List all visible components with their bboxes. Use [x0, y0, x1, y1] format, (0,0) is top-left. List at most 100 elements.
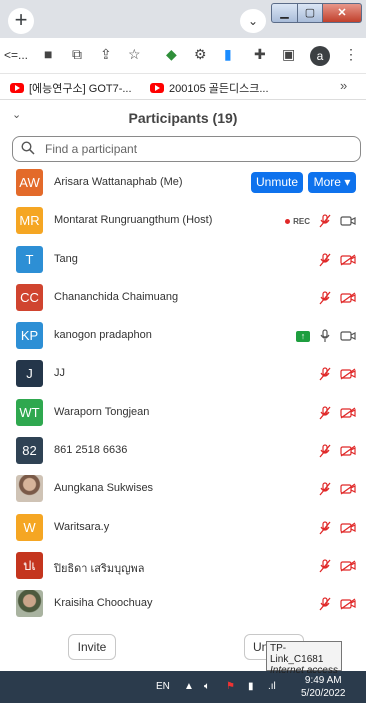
- tab-search-button[interactable]: ⌄: [240, 9, 266, 33]
- search-input[interactable]: [45, 141, 345, 157]
- youtube-icon: [150, 83, 164, 93]
- show-hidden-icons-icon[interactable]: ▲: [184, 681, 194, 692]
- participant-row[interactable]: T Tang: [0, 242, 366, 280]
- participant-name: Kraisiha Choochuay: [54, 597, 153, 610]
- youtube-icon: [10, 83, 24, 93]
- bookmark-item[interactable]: 200105 골든디스크...: [150, 80, 269, 96]
- volume-icon[interactable]: 🔈︎: [204, 681, 210, 692]
- extension-drop-icon[interactable]: ▮: [224, 46, 232, 63]
- video-off-icon: [340, 407, 356, 419]
- unmute-button[interactable]: Unmute: [251, 172, 303, 193]
- mic-muted-icon: [319, 559, 331, 573]
- mic-muted-icon: [319, 214, 331, 228]
- participant-row[interactable]: ปเ ปิยธิดา เสริมบุญพล: [0, 548, 366, 586]
- system-clock[interactable]: 9:49 AM 5/20/2022: [301, 674, 346, 700]
- video-off-icon: [340, 254, 356, 266]
- mic-muted-icon: [319, 521, 331, 535]
- profile-avatar[interactable]: a: [310, 46, 330, 66]
- status-icons: [318, 481, 356, 497]
- browser-tab-strip: + ⌄ ▁ ▢ ✕: [0, 0, 366, 38]
- rec-label: REC: [293, 216, 310, 226]
- avatar: MR: [16, 207, 43, 235]
- participant-name: Tang: [54, 252, 78, 265]
- status-icons: [318, 290, 356, 306]
- mic-muted-icon: [319, 482, 331, 496]
- translate-icon[interactable]: ⧉: [72, 46, 82, 63]
- participant-row[interactable]: Kraisiha Choochuay: [0, 586, 366, 624]
- participant-name: Arisara Wattanaphab (Me): [54, 176, 183, 188]
- mic-muted-icon: [319, 367, 331, 381]
- battery-icon[interactable]: ▮: [248, 681, 254, 692]
- share-icon[interactable]: ⇪: [100, 46, 112, 63]
- avatar: [16, 590, 43, 618]
- status-icons: [318, 443, 356, 459]
- avatar: KP: [16, 322, 43, 350]
- avatar: T: [16, 245, 43, 273]
- side-panel-icon[interactable]: ▣: [282, 46, 295, 63]
- window-close-button[interactable]: ✕: [322, 3, 362, 23]
- status-icons: ↑: [296, 328, 356, 344]
- extension-gem-icon[interactable]: ◆: [166, 46, 177, 63]
- participant-row[interactable]: CC Chananchida Chaimuang: [0, 280, 366, 318]
- window-minimize-button[interactable]: ▁: [271, 3, 298, 23]
- record-dot-icon: [285, 218, 291, 224]
- video-off-icon: [340, 292, 356, 304]
- tooltip-network-status: Internet access: [270, 665, 338, 676]
- tooltip-network-name: TP-Link_C1681: [270, 643, 324, 665]
- status-icons: [318, 520, 356, 536]
- participant-row[interactable]: AW Arisara Wattanaphab (Me) Unmute More …: [0, 165, 366, 203]
- status-icons: [318, 596, 356, 612]
- language-indicator[interactable]: EN: [156, 681, 170, 692]
- participant-list: AW Arisara Wattanaphab (Me) Unmute More …: [0, 165, 366, 625]
- window-maximize-button[interactable]: ▢: [297, 3, 323, 23]
- avatar: CC: [16, 283, 43, 311]
- video-on-icon: [340, 216, 356, 226]
- participant-row[interactable]: Aungkana Sukwises: [0, 471, 366, 509]
- participant-row[interactable]: KP kanogon pradaphon ↑: [0, 318, 366, 356]
- participant-name: Montarat Rungruangthum (Host): [54, 214, 213, 227]
- participant-row[interactable]: W Waritsara.y: [0, 510, 366, 548]
- search-icon: [21, 141, 35, 155]
- bookmark-star-icon[interactable]: ☆: [128, 46, 141, 63]
- bookmarks-bar: [에능연구소] GOT7-... 200105 골든디스크... »: [0, 74, 366, 100]
- participant-row[interactable]: J JJ: [0, 356, 366, 394]
- status-icons: [318, 558, 356, 574]
- avatar: ปเ: [16, 551, 43, 579]
- video-on-icon: [340, 331, 356, 341]
- participant-name: Waritsara.y: [54, 520, 110, 533]
- new-tab-button[interactable]: +: [8, 8, 34, 34]
- status-icons: REC: [285, 213, 356, 229]
- participant-name: Aungkana Sukwises: [54, 482, 154, 495]
- video-off-icon: [340, 560, 356, 572]
- participant-row[interactable]: MR Montarat Rungruangthum (Host) REC: [0, 203, 366, 241]
- extension-gear-icon[interactable]: ⚙: [194, 46, 207, 63]
- participant-name: kanogon pradaphon: [54, 329, 152, 342]
- video-off-icon: [340, 598, 356, 610]
- video-off-icon: [340, 445, 356, 457]
- flag-alert-icon[interactable]: ⚑: [226, 681, 235, 692]
- extensions-puzzle-icon[interactable]: ✚: [254, 46, 266, 63]
- avatar: 82: [16, 437, 43, 465]
- participant-name: 861 2518 6636: [54, 444, 128, 457]
- wifi-signal-icon[interactable]: .ıl: [268, 681, 276, 692]
- participant-name: JJ: [54, 367, 65, 380]
- avatar: AW: [16, 169, 43, 196]
- bookmarks-overflow-button[interactable]: »: [340, 78, 347, 93]
- network-tooltip: TP-Link_C1681 Internet access: [266, 641, 342, 676]
- mic-on-icon: [320, 329, 330, 343]
- participant-name: ปิยธิดา เสริมบุญพล: [54, 562, 145, 575]
- bookmark-label: 200105 골든디스크...: [169, 83, 269, 95]
- address-bar[interactable]: <=...: [4, 48, 28, 62]
- mic-muted-icon: [319, 252, 331, 267]
- more-button[interactable]: More ▾: [308, 172, 356, 193]
- invite-button[interactable]: Invite: [68, 634, 116, 660]
- kebab-menu-icon[interactable]: ⋮: [344, 46, 358, 63]
- status-icons: [318, 366, 356, 382]
- video-off-icon: [340, 368, 356, 381]
- mic-muted-icon: [319, 444, 331, 458]
- participant-row[interactable]: 82 861 2518 6636: [0, 433, 366, 471]
- camera-icon[interactable]: ■: [44, 46, 52, 62]
- participant-row[interactable]: WT Waraporn Tongjean: [0, 395, 366, 433]
- status-icons: [318, 252, 356, 268]
- bookmark-item[interactable]: [에능연구소] GOT7-...: [10, 80, 132, 96]
